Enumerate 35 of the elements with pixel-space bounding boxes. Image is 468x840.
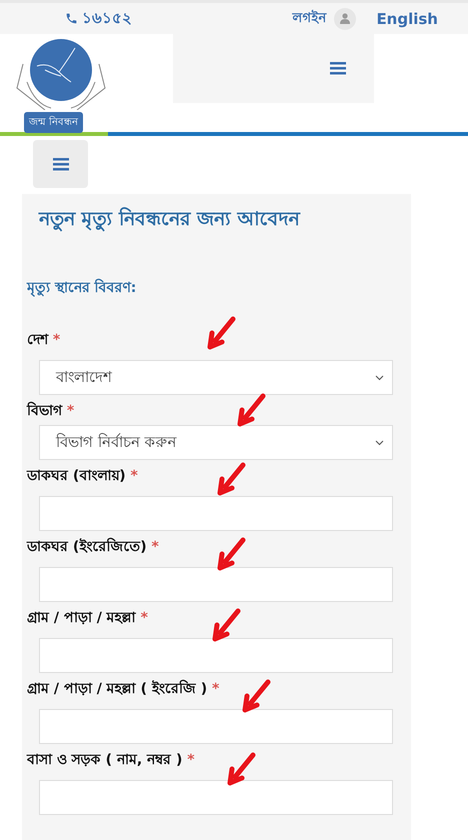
phone-number: ১৬১৫২	[82, 8, 132, 29]
field-label: গ্রাম / পাড়া / মহল্লা ( ইংরেজি ) *	[27, 678, 220, 699]
language-link[interactable]: English	[376, 10, 438, 28]
user-icon	[334, 8, 356, 30]
arrow-icon	[237, 393, 267, 427]
select-field[interactable]: বিভাগ নির্বাচন করুন	[39, 425, 393, 460]
menu-button[interactable]	[33, 140, 88, 188]
arrow-icon	[217, 462, 247, 496]
field-label: দেশ *	[27, 331, 60, 350]
chevron-down-icon	[375, 440, 384, 446]
field-label: ডাকঘর (ইংরেজিতে) *	[27, 536, 159, 557]
chevron-down-icon	[375, 374, 384, 380]
arrow-icon	[227, 752, 257, 786]
menu-icon	[52, 158, 68, 170]
input-field[interactable]	[39, 496, 393, 531]
select-field[interactable]: বাংলাদেশ	[39, 360, 393, 395]
input-field[interactable]	[39, 638, 393, 673]
phone-link[interactable]: ১৬১৫২	[65, 6, 132, 31]
input-field[interactable]	[39, 567, 393, 602]
arrow-icon	[217, 537, 247, 571]
input-field[interactable]	[39, 780, 393, 815]
field-label: বাসা ও সড়ক ( নাম, নম্বর ) *	[27, 751, 195, 770]
section-heading: মৃত্যু স্থানের বিবরণ:	[27, 278, 138, 299]
arrow-icon	[207, 316, 237, 350]
menu-icon	[330, 62, 346, 75]
arrow-icon	[242, 679, 272, 713]
arrow-icon	[212, 608, 242, 642]
field-label: বিভাগ *	[27, 400, 74, 421]
field-label: গ্রাম / পাড়া / মহল্লা *	[27, 609, 148, 628]
form-title: নতুন মৃত্যু নিবন্ধনের জন্য আবেদন	[39, 206, 302, 234]
logo-text: জন্ম নিবন্ধন	[24, 112, 84, 133]
input-field[interactable]	[39, 709, 393, 744]
phone-icon	[65, 12, 78, 25]
field-label: ডাকঘর (বাংলায়) *	[27, 467, 138, 486]
login-link[interactable]: লগইন	[292, 8, 326, 29]
